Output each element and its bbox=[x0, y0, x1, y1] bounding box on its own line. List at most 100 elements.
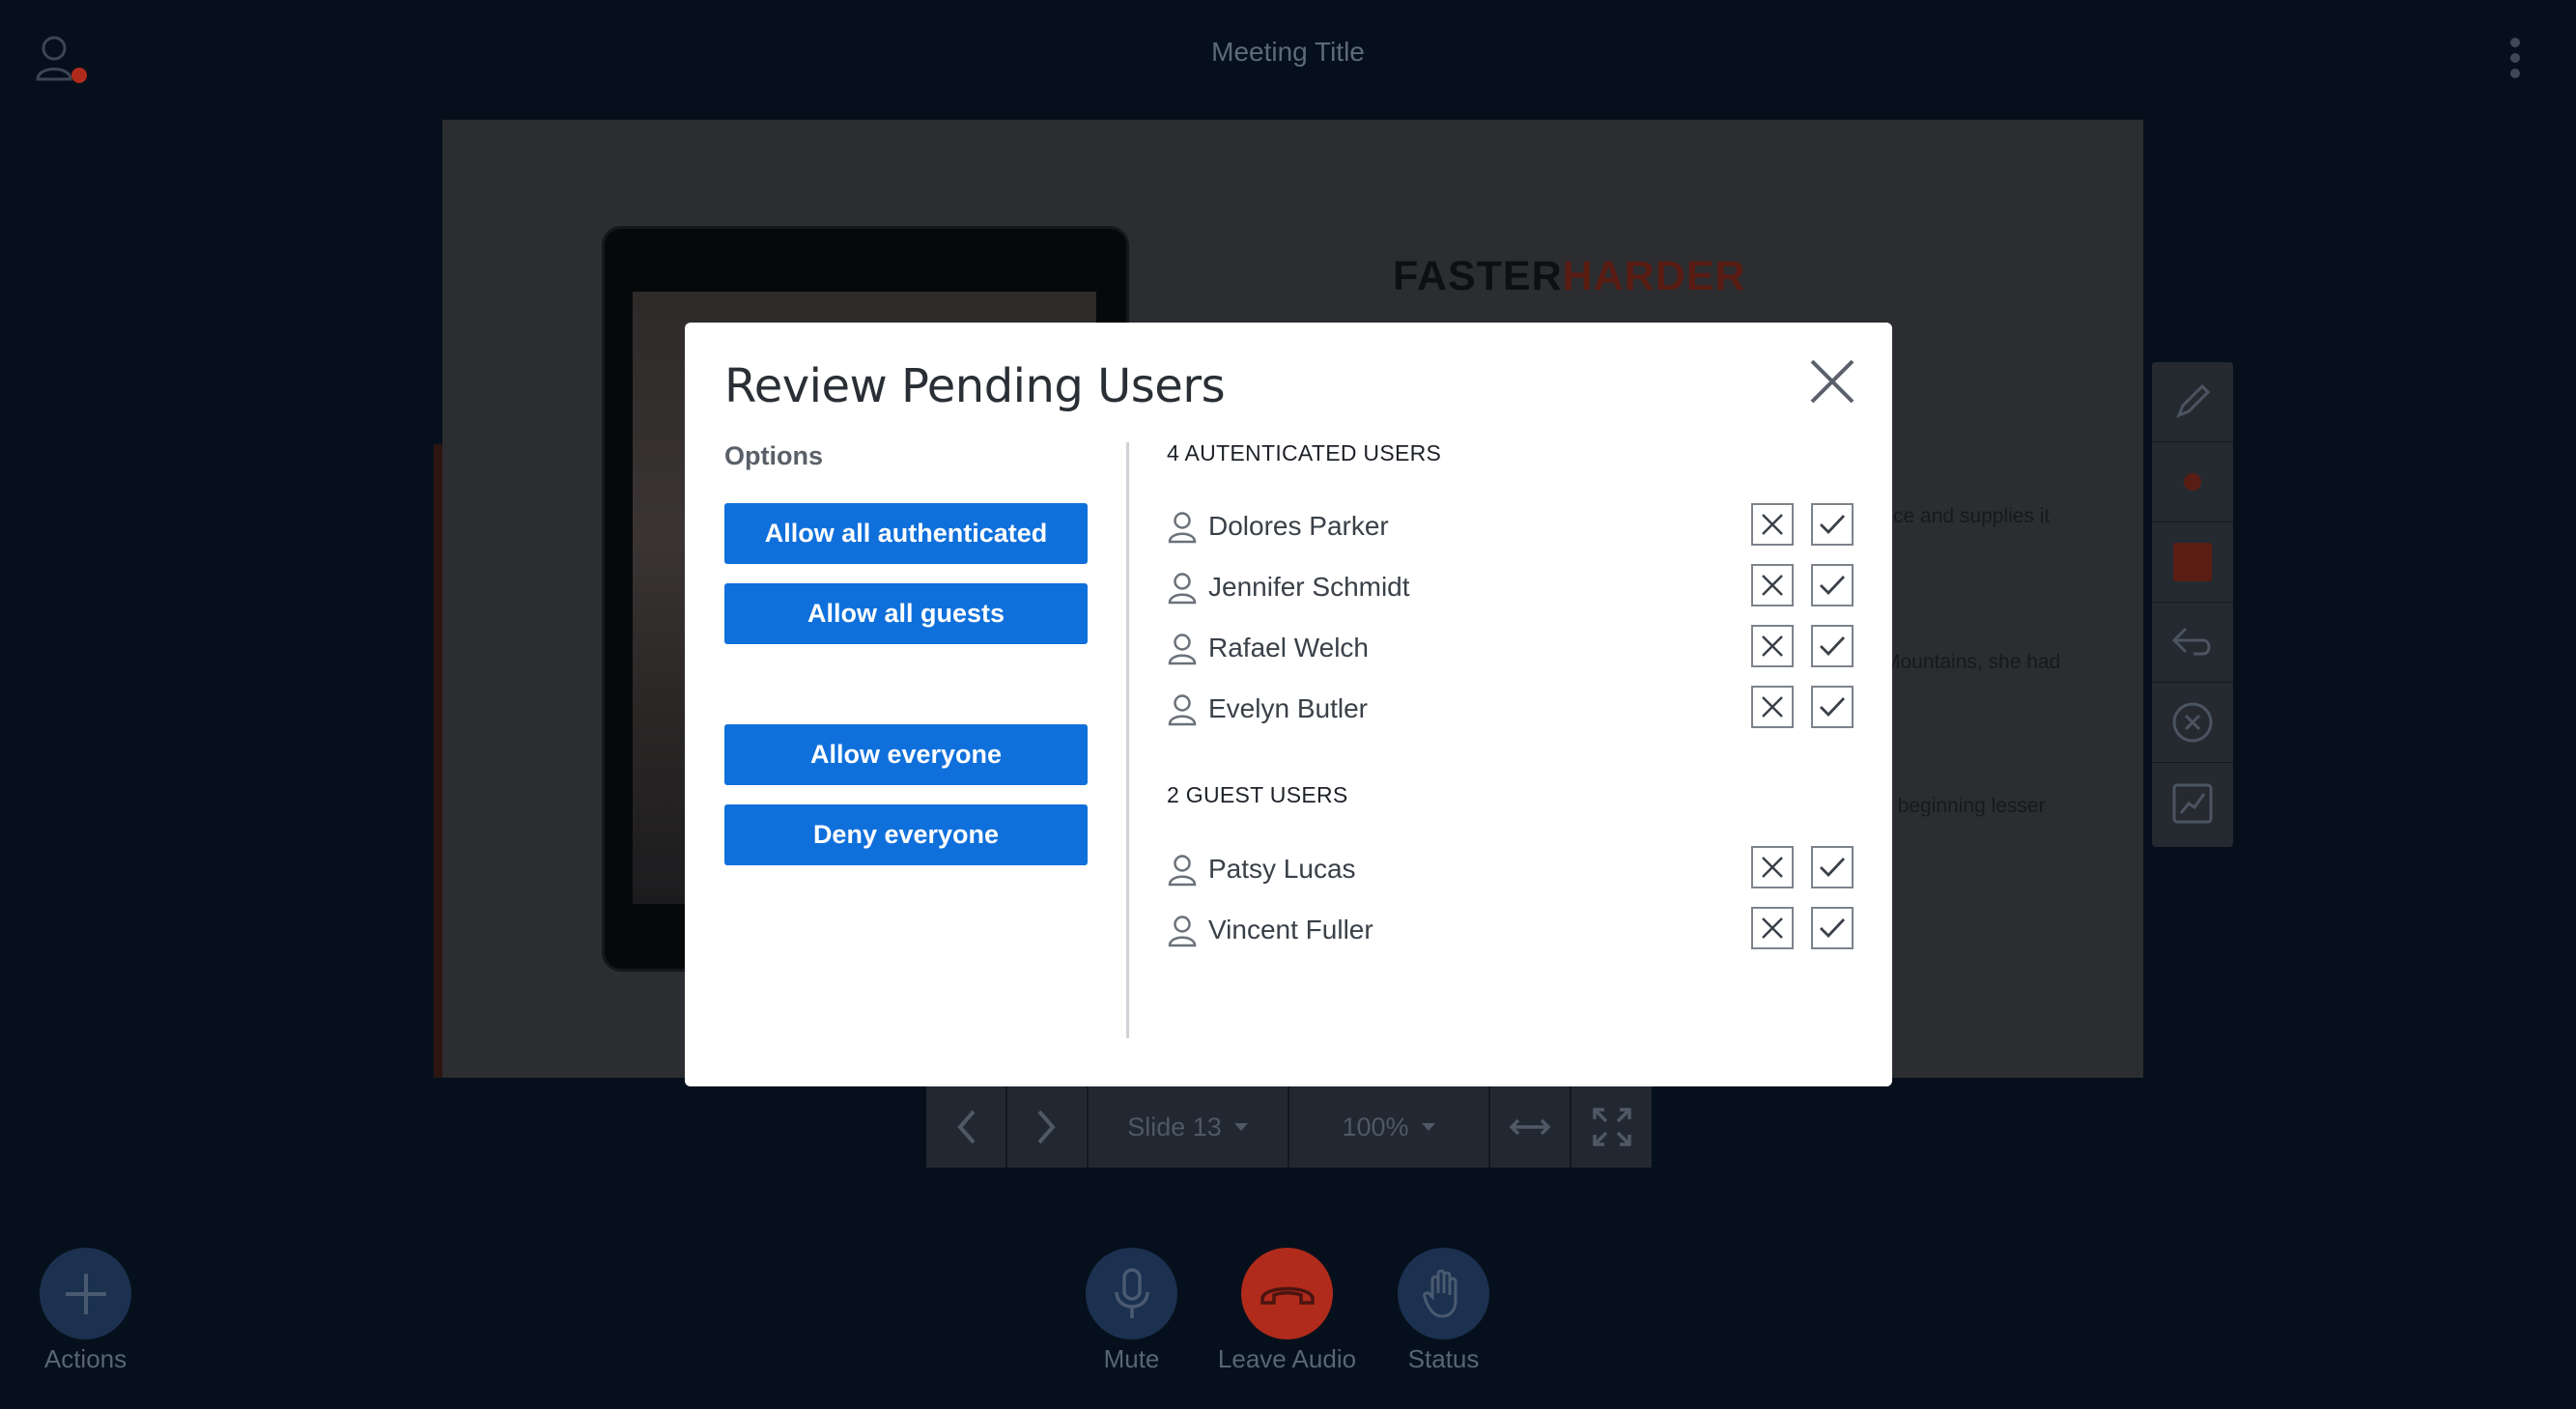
deny-user-button[interactable] bbox=[1751, 907, 1794, 949]
check-icon bbox=[1820, 858, 1846, 878]
undo-icon bbox=[2171, 627, 2211, 656]
pending-user-row: Jennifer Schmidt bbox=[1167, 562, 1854, 612]
deny-user-button[interactable] bbox=[1751, 846, 1794, 888]
multi-user-tool[interactable] bbox=[2152, 763, 2233, 843]
options-menu-button[interactable] bbox=[2504, 35, 2527, 87]
user-name: Evelyn Butler bbox=[1208, 693, 1368, 723]
allow-user-button[interactable] bbox=[1811, 564, 1854, 606]
chevron-right-icon bbox=[1037, 1110, 1056, 1144]
slide-text-fragment: ce and supplies it bbox=[1893, 505, 2051, 527]
color-dot-icon bbox=[2184, 473, 2201, 491]
deny-everyone-button[interactable]: Deny everyone bbox=[724, 804, 1088, 865]
deny-user-button[interactable] bbox=[1751, 503, 1794, 546]
close-icon bbox=[1810, 359, 1854, 404]
check-icon bbox=[1820, 918, 1846, 939]
mute-button[interactable] bbox=[1086, 1248, 1177, 1339]
leave-audio-label: Leave Audio bbox=[1217, 1344, 1357, 1373]
leave-audio-button[interactable] bbox=[1241, 1248, 1333, 1339]
zoom-select-label: 100% bbox=[1342, 1112, 1409, 1141]
actions-label: Actions bbox=[43, 1344, 127, 1373]
previous-slide-button[interactable] bbox=[926, 1086, 1007, 1168]
pencil-icon bbox=[2176, 383, 2211, 418]
allow-user-button[interactable] bbox=[1811, 503, 1854, 546]
allow-all-authenticated-button[interactable]: Allow all authenticated bbox=[724, 503, 1088, 564]
pending-user-row: Evelyn Butler bbox=[1167, 684, 1854, 734]
mute-label: Mute bbox=[1103, 1344, 1160, 1373]
deny-x-icon bbox=[1762, 635, 1783, 657]
user-name: Rafael Welch bbox=[1208, 633, 1370, 662]
fullscreen-button[interactable] bbox=[1571, 1086, 1652, 1168]
allow-user-button[interactable] bbox=[1811, 846, 1854, 888]
deny-x-icon bbox=[1762, 917, 1783, 939]
fit-width-icon bbox=[1509, 1118, 1551, 1136]
review-pending-users-modal: Review Pending Users Options Allow all a… bbox=[685, 323, 1892, 1086]
status-label: Status bbox=[1407, 1344, 1480, 1373]
modal-title: Review Pending Users bbox=[724, 359, 1226, 413]
user-name: Jennifer Schmidt bbox=[1208, 572, 1410, 602]
allow-user-button[interactable] bbox=[1811, 686, 1854, 728]
slide-brand-logo: FASTERHARDER bbox=[1393, 253, 1746, 299]
user-name: Vincent Fuller bbox=[1208, 915, 1373, 944]
deny-x-icon bbox=[1762, 514, 1783, 535]
user-icon bbox=[1168, 512, 1197, 544]
fill-square-icon bbox=[2173, 543, 2212, 581]
pencil-tool[interactable] bbox=[2152, 362, 2233, 442]
close-button[interactable] bbox=[1806, 355, 1858, 408]
allow-user-button[interactable] bbox=[1811, 907, 1854, 949]
allow-all-guests-button[interactable]: Allow all guests bbox=[724, 583, 1088, 644]
caret-down-icon bbox=[1233, 1123, 1248, 1131]
authenticated-users-heading: 4 AUTENTICATED USERS bbox=[1167, 440, 1442, 465]
undo-tool[interactable] bbox=[2152, 603, 2233, 683]
meeting-title: Meeting Title bbox=[1211, 37, 1365, 67]
microphone-icon bbox=[1114, 1267, 1149, 1318]
user-icon bbox=[1168, 573, 1197, 605]
deny-user-button[interactable] bbox=[1751, 625, 1794, 667]
notification-dot bbox=[71, 68, 87, 83]
next-slide-button[interactable] bbox=[1007, 1086, 1089, 1168]
clear-icon bbox=[2172, 702, 2213, 743]
fit-width-button[interactable] bbox=[1490, 1086, 1571, 1168]
user-icon bbox=[1168, 634, 1197, 665]
status-button[interactable] bbox=[1398, 1248, 1489, 1339]
multi-user-icon bbox=[2172, 783, 2213, 823]
clear-tool[interactable] bbox=[2152, 683, 2233, 763]
chevron-left-icon bbox=[957, 1110, 976, 1144]
pending-user-row: Vincent Fuller bbox=[1167, 905, 1854, 955]
kebab-menu-icon bbox=[2510, 38, 2520, 78]
fill-tool[interactable] bbox=[2152, 522, 2233, 603]
hang-up-phone-icon bbox=[1260, 1286, 1315, 1305]
deny-x-icon bbox=[1762, 696, 1783, 718]
slide-select[interactable]: Slide 13 bbox=[1089, 1086, 1289, 1168]
check-icon bbox=[1820, 697, 1846, 718]
deny-x-icon bbox=[1762, 857, 1783, 878]
slide-accent-bar bbox=[434, 444, 442, 1078]
zoom-select[interactable]: 100% bbox=[1289, 1086, 1490, 1168]
color-tool[interactable] bbox=[2152, 442, 2233, 522]
column-divider bbox=[1126, 442, 1129, 1038]
whiteboard-toolbar bbox=[2152, 362, 2233, 847]
slide-text-fragment: Mountains, she had bbox=[1883, 651, 2061, 673]
pending-user-row: Dolores Parker bbox=[1167, 501, 1854, 551]
user-icon bbox=[1168, 916, 1197, 947]
deny-user-button[interactable] bbox=[1751, 564, 1794, 606]
user-icon bbox=[1168, 694, 1197, 726]
deny-x-icon bbox=[1762, 575, 1783, 596]
check-icon bbox=[1820, 576, 1846, 596]
plus-icon bbox=[65, 1273, 106, 1314]
options-label: Options bbox=[724, 441, 823, 470]
user-icon bbox=[1168, 855, 1197, 887]
user-name: Dolores Parker bbox=[1208, 511, 1389, 541]
check-icon bbox=[1820, 515, 1846, 535]
raise-hand-icon bbox=[1422, 1269, 1457, 1318]
slide-controls: Slide 13 100% bbox=[926, 1086, 1652, 1168]
guest-users-heading: 2 GUEST USERS bbox=[1167, 782, 1348, 807]
allow-user-button[interactable] bbox=[1811, 625, 1854, 667]
fullscreen-icon bbox=[1592, 1108, 1631, 1146]
actions-button[interactable] bbox=[40, 1248, 131, 1339]
slide-select-label: Slide 13 bbox=[1127, 1112, 1222, 1141]
slide-text-fragment: , beginning lesser bbox=[1886, 795, 2046, 817]
allow-everyone-button[interactable]: Allow everyone bbox=[724, 724, 1088, 785]
caret-down-icon bbox=[1421, 1123, 1435, 1131]
deny-user-button[interactable] bbox=[1751, 686, 1794, 728]
user-name: Patsy Lucas bbox=[1208, 854, 1356, 884]
